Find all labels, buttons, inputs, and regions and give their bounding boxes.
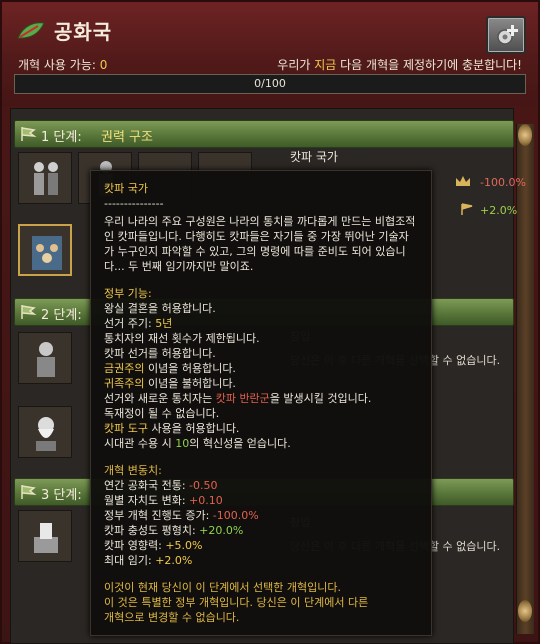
reform-status-message: 우리가 지금 다음 개혁을 제정하기에 충분합니다! — [277, 56, 522, 73]
modifier-value: +0.10 — [189, 494, 223, 507]
tier-number: 1 단계: — [41, 130, 82, 145]
feature-line: 선거 주기: 5년 — [104, 317, 173, 330]
tier-name: 권력 구조 — [101, 130, 153, 145]
gear-plus-button[interactable] — [486, 16, 526, 54]
footer-line: 개혁으로 변경할 수 없습니다. — [104, 611, 240, 624]
feature-line: 귀족주의 이념을 불허합니다. — [104, 377, 236, 390]
tier-number: 2 단계: — [41, 308, 82, 323]
feature-line: 캇파 도구 사용을 허용합니다. — [104, 422, 240, 435]
modifier-row: 최대 임기: +2.0% — [104, 553, 418, 568]
reform-card-selected[interactable] — [18, 224, 72, 276]
modifier-row: 캇파 영향력: +5.0% — [104, 538, 418, 553]
flag-icon — [21, 127, 37, 141]
reform-tooltip: 캇파 국가 --------------- 우리 나라의 주요 구성원은 나라의… — [90, 170, 432, 636]
feature-line: 선거와 새로운 통치자는 캇파 반란군을 발생시킬 것입니다. — [104, 392, 372, 405]
modifier-value: +2.0% — [155, 554, 193, 567]
ballot-icon — [34, 523, 58, 553]
modifier-label: 연간 공화국 전통: — [104, 479, 190, 492]
tooltip-description: 우리 나라의 주요 구성원은 나라의 통치를 까다롭게 만드는 비협조적인 캇파… — [104, 215, 416, 273]
modifier-positive: +2.0% — [480, 204, 518, 217]
crown-icon — [456, 176, 470, 186]
feature-line: 캇파 선거를 허용합니다. — [104, 347, 216, 360]
status-text-2: 다음 개혁을 제정하기에 충분합니다! — [336, 58, 522, 72]
people-icon — [34, 162, 58, 195]
modifier-row: 정부 개혁 진행도 증가: -100.0% — [104, 508, 418, 523]
flag-icon — [21, 485, 37, 499]
reform-card[interactable] — [18, 406, 72, 458]
modifier-label: 캇파 영향력: — [104, 539, 166, 552]
modifier-row: 캇파 충성도 평형치: +20.0% — [104, 523, 418, 538]
feature-line: 금권주의 이념을 허용합니다. — [104, 362, 236, 375]
reform-card[interactable] — [18, 332, 72, 384]
tooltip-title: 캇파 국가 — [104, 182, 148, 195]
window-header: 공화국 개혁 사용 가능: 0 우리가 지금 다음 개혁을 제정하기에 충분합니… — [2, 2, 538, 106]
modifier-negative: -100.0% — [480, 176, 526, 189]
modifiers-list: 연간 공화국 전통: -0.50 월별 자치도 변화: +0.10 정부 개혁 진행… — [104, 478, 418, 568]
modifier-row: 월별 자치도 변화: +0.10 — [104, 493, 418, 508]
reform-progress-bar: 0/100 — [14, 74, 526, 94]
person-icon — [37, 342, 55, 377]
elder-icon — [36, 417, 56, 451]
modifier-value: +5.0% — [165, 539, 203, 552]
modifier-label: 정부 개혁 진행도 증가: — [104, 509, 213, 522]
tooltip-divider: --------------- — [104, 197, 164, 210]
government-window: 공화국 개혁 사용 가능: 0 우리가 지금 다음 개혁을 제정하기에 충분합니… — [0, 0, 540, 644]
flag-icon — [21, 305, 37, 319]
scrollbar-track[interactable] — [516, 124, 534, 634]
modifier-row: 연간 공화국 전통: -0.50 — [104, 478, 418, 493]
tier-number: 3 단계: — [41, 488, 82, 503]
footer-line: 이 것은 특별한 정부 개혁입니다. 당신은 이 단계에서 다른 — [104, 596, 369, 609]
reform-available-label: 개혁 사용 가능: — [18, 58, 100, 72]
feature-line: 시대관 수용 시 10의 혁신성을 얻습니다. — [104, 437, 291, 450]
tier-banner-1: 1 단계: 권력 구조 — [14, 120, 514, 148]
progress-label: 0/100 — [254, 77, 286, 90]
government-features-title: 정부 기능: — [104, 287, 152, 300]
modifier-value: -100.0% — [212, 509, 259, 522]
feature-line: 왕실 결혼을 허용합니다. — [104, 302, 216, 315]
modifiers-title: 개혁 변동치: — [104, 464, 162, 477]
feature-line: 통치자의 재선 횟수가 제한됩니다. — [104, 332, 260, 345]
reform-available-value: 0 — [99, 58, 108, 72]
modifier-label: 캇파 충성도 평형치: — [104, 524, 200, 537]
scrollbar-thumb[interactable] — [518, 124, 532, 146]
feature-line: 독재정이 될 수 없습니다. — [104, 407, 220, 420]
page-title: 공화국 — [54, 20, 113, 44]
reform-card[interactable] — [18, 510, 72, 562]
reform-card[interactable] — [18, 152, 72, 204]
policy-name: 캇파 국가 — [290, 150, 338, 164]
flag-small-icon — [461, 203, 473, 215]
modifier-value: -0.50 — [189, 479, 218, 492]
modifier-label: 최대 임기: — [104, 554, 156, 567]
scrollbar-end-knob[interactable] — [518, 600, 532, 622]
modifier-value: +20.0% — [199, 524, 244, 537]
council-icon — [32, 236, 62, 270]
leaf-icon — [17, 22, 45, 39]
modifier-label: 월별 자치도 변화: — [104, 494, 190, 507]
status-text-highlight: 지금 — [314, 58, 337, 72]
gear-plus-icon — [497, 25, 518, 45]
footer-line: 이것이 현재 당신이 이 단계에서 선택한 개혁입니다. — [104, 581, 341, 594]
status-text-1: 우리가 — [277, 58, 315, 72]
reform-available: 개혁 사용 가능: 0 — [18, 56, 107, 73]
